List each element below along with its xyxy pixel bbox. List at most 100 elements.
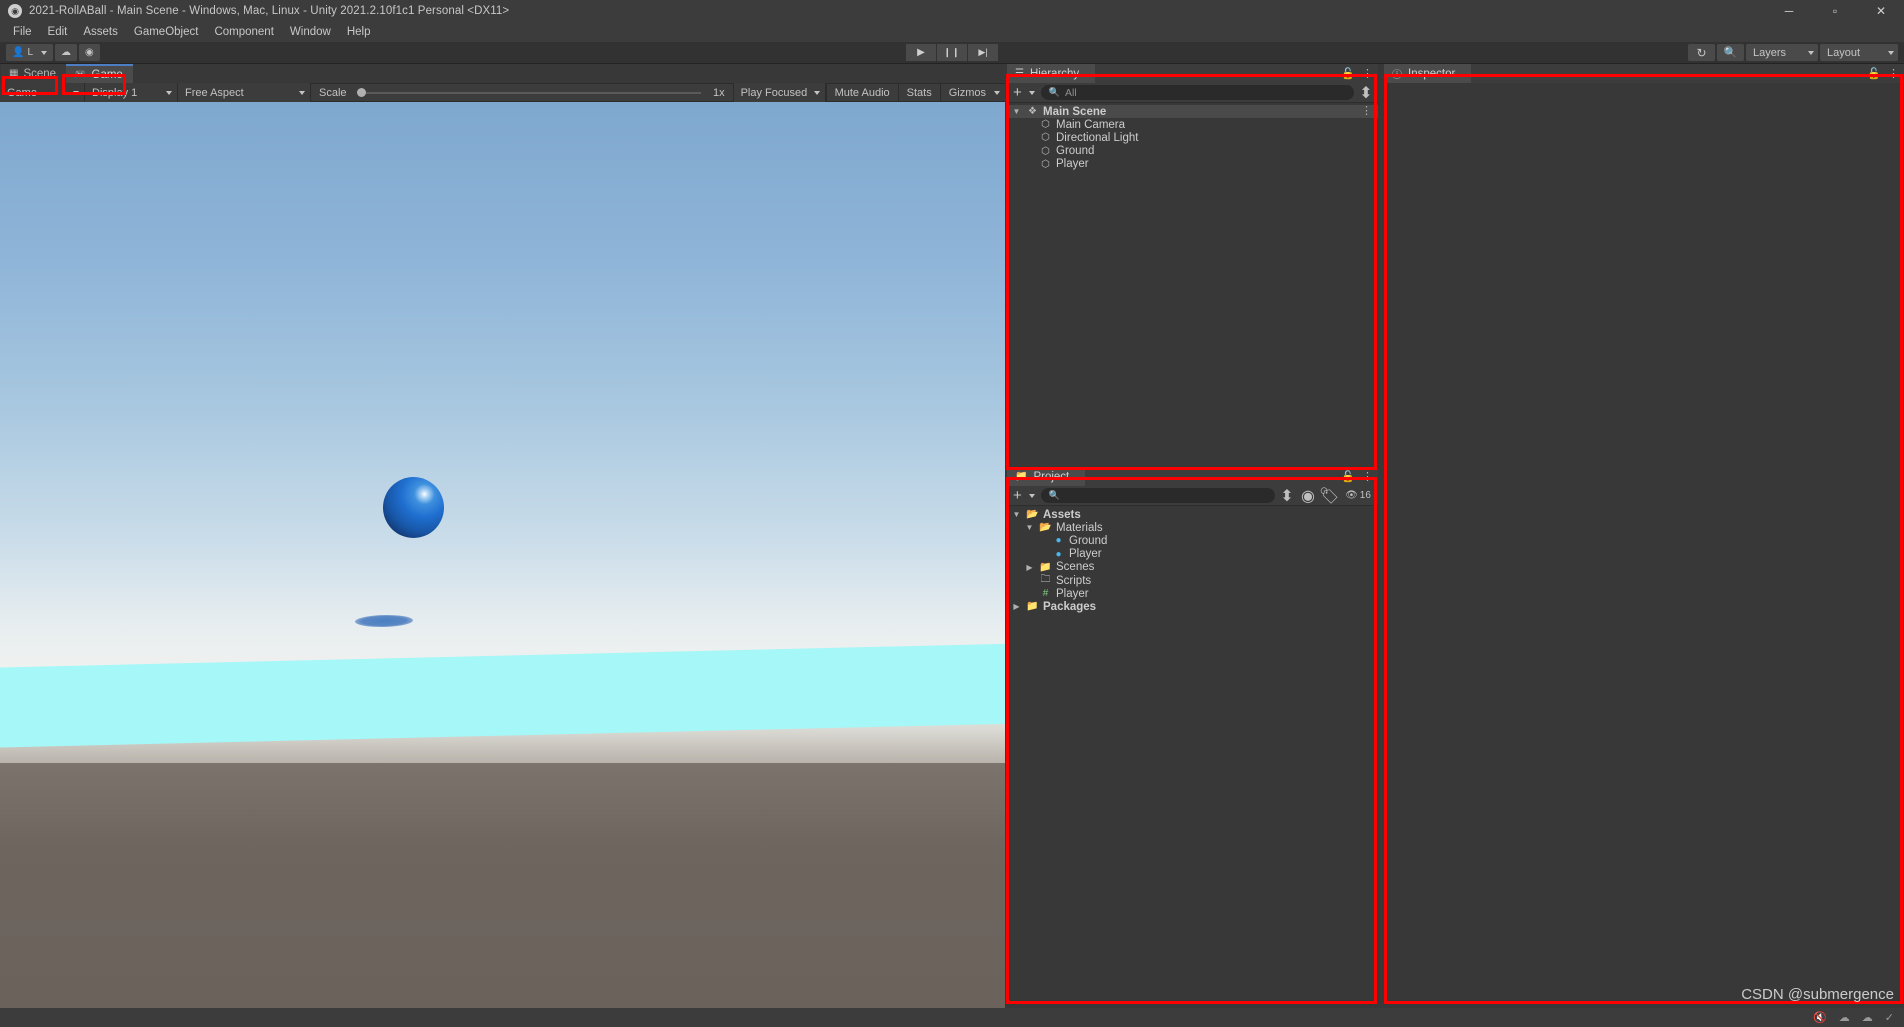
aspect-label: Free Aspect [185,87,244,99]
display-dropdown[interactable]: Display 1 [85,83,178,102]
twisty-down-icon[interactable]: ▼ [1024,523,1035,532]
tree-row[interactable]: ⬡Player [1007,158,1378,171]
game-view-toolbar: Game Display 1 Free Aspect Scale 1x [0,83,1005,102]
hidden-assets-counter[interactable]: 👁 16 [1341,488,1375,504]
kebab-menu-icon[interactable]: ⋮ [1362,470,1373,483]
tree-row[interactable]: ● Ground [1007,534,1378,547]
aspect-dropdown[interactable]: Free Aspect [178,83,311,102]
inspector-header-actions: 🔓 ⋮ [1867,67,1899,80]
menu-window[interactable]: Window [282,24,339,40]
gizmos-button[interactable]: Gizmos [940,83,1005,102]
menu-file[interactable]: File [5,24,40,40]
gameobject-cube-icon: ⬡ [1039,146,1052,157]
tree-row[interactable]: ●Player [1007,548,1378,561]
layers-dropdown[interactable]: Layers [1746,44,1818,61]
tree-row[interactable]: ⬡Ground [1007,145,1378,158]
scale-slider-group[interactable]: Scale 1x [311,87,733,99]
filter-by-type-icon[interactable]: ◉ [1299,488,1317,504]
menu-assets[interactable]: Assets [75,24,126,40]
mute-audio-button[interactable]: Mute Audio [826,83,898,102]
tree-row[interactable]: ▶📁Packages [1007,600,1378,613]
project-search-input[interactable]: 🔍 [1041,488,1275,503]
cloud-button[interactable]: ☁ [55,44,77,61]
game-view-render[interactable] [0,102,1005,1008]
services-button[interactable]: ◉ [79,44,100,61]
project-tab[interactable]: 📁 Project [1007,467,1085,486]
kebab-menu-icon[interactable]: ⋮ [1888,67,1899,80]
filter-by-label-icon[interactable]: 🏷 [1320,488,1338,504]
twisty-down-icon[interactable]: ▼ [1011,510,1022,519]
hierarchy-add-button[interactable]: + [1010,84,1038,101]
twisty-right-icon[interactable]: ▶ [1011,602,1022,611]
tree-row[interactable]: ▼📂Assets [1007,508,1378,521]
step-button[interactable]: ▶| [968,44,998,61]
maximize-button[interactable]: ▫ [1812,0,1858,22]
hierarchy-tree[interactable]: ▼❖Main Scene⋮⬡Main Camera⬡Directional Li… [1007,103,1378,171]
twisty-down-icon[interactable]: ▼ [1011,107,1022,116]
stats-button[interactable]: Stats [898,83,940,102]
step-icon: ▶| [978,47,987,58]
scale-slider-track[interactable] [357,92,701,94]
play-button[interactable]: ▶ [906,44,936,61]
tree-row[interactable]: ▼❖Main Scene⋮ [1007,105,1378,118]
hierarchy-search-input[interactable]: 🔍 All [1041,85,1354,100]
display-label: Display 1 [92,87,137,99]
collab-icon[interactable]: ☁ [1839,1011,1850,1024]
gizmos-label: Gizmos [949,87,986,99]
unity-editor-window: ◉ 2021-RollABall - Main Scene - Windows,… [0,0,1904,1027]
cloud-off-icon[interactable]: ☁ [1862,1011,1873,1024]
tree-row[interactable]: # Player [1007,587,1378,600]
project-add-button[interactable]: + [1010,487,1038,504]
plus-icon: + [1013,84,1022,101]
pause-button[interactable]: ❙❙ [937,44,967,61]
tab-game[interactable]: 🎮 Game [66,64,133,83]
tree-row-label: Player [1056,158,1089,170]
status-bar: 🔇 ☁ ☁ ✓ [0,1008,1904,1027]
tree-row-label: Scripts [1056,575,1091,587]
game-panel: ▦ Scene 🎮 Game Game Display 1 [0,64,1005,1008]
material-sphere-icon: ● [1052,535,1065,546]
kebab-menu-icon[interactable]: ⋮ [1361,107,1372,116]
lock-open-icon[interactable]: 🔓 [1341,470,1355,483]
tree-row[interactable]: ⬡Directional Light [1007,131,1378,144]
menu-gameobject[interactable]: GameObject [126,24,207,40]
menu-edit[interactable]: Edit [40,24,76,40]
lock-open-icon[interactable]: 🔓 [1341,67,1355,80]
play-mode-dropdown[interactable]: Play Focused [733,83,826,102]
gameobject-cube-icon: ⬡ [1039,119,1052,130]
expand-search-icon[interactable]: ⬍ [1278,488,1296,504]
tree-row-label: Player [1056,588,1089,600]
inspector-tab[interactable]: ⓘ Inspector [1384,64,1471,83]
game-panel-tabstrip: ▦ Scene 🎮 Game [0,64,1005,83]
kebab-menu-icon[interactable]: ⋮ [1362,67,1373,80]
tree-row[interactable]: ⬡Main Camera [1007,118,1378,131]
menu-component[interactable]: Component [206,24,281,40]
project-tree[interactable]: ▼📂Assets▼📂Materials● Ground●Player▶📁Scene… [1007,506,1378,614]
account-button[interactable]: 👤 L [6,44,53,61]
tree-row-label: Ground [1069,535,1107,547]
close-button[interactable]: ✕ [1858,0,1904,22]
csharp-script-icon: # [1039,588,1052,599]
menu-help[interactable]: Help [339,24,379,40]
mute-notification-icon[interactable]: 🔇 [1813,1011,1827,1024]
lock-open-icon[interactable]: 🔓 [1867,67,1881,80]
search-button[interactable]: 🔍 [1717,44,1744,61]
game-view-dropdown[interactable]: Game [0,83,85,102]
window-controls: ─ ▫ ✕ [1766,0,1904,22]
layout-dropdown[interactable]: Layout [1820,44,1898,61]
tab-scene-label: Scene [23,68,56,80]
twisty-right-icon[interactable]: ▶ [1024,563,1035,572]
tree-row[interactable]: ▼📂Materials [1007,521,1378,534]
hierarchy-tab[interactable]: ☰ Hierarchy [1007,64,1095,83]
scale-slider-knob[interactable] [357,88,366,97]
minimize-button[interactable]: ─ [1766,0,1812,22]
expand-search-icon[interactable]: ⬍ [1357,85,1375,101]
tab-scene[interactable]: ▦ Scene [1,64,66,83]
project-panel-header: 📁 Project 🔓 ⋮ [1007,467,1378,486]
chevron-down-icon [299,91,305,95]
tree-row[interactable]: ▶📁Scenes [1007,561,1378,574]
chevron-down-icon [814,91,820,95]
check-circle-icon[interactable]: ✓ [1885,1011,1894,1024]
tree-row[interactable]: 🗀Scripts [1007,574,1378,587]
history-button[interactable]: ↻ [1688,44,1715,61]
